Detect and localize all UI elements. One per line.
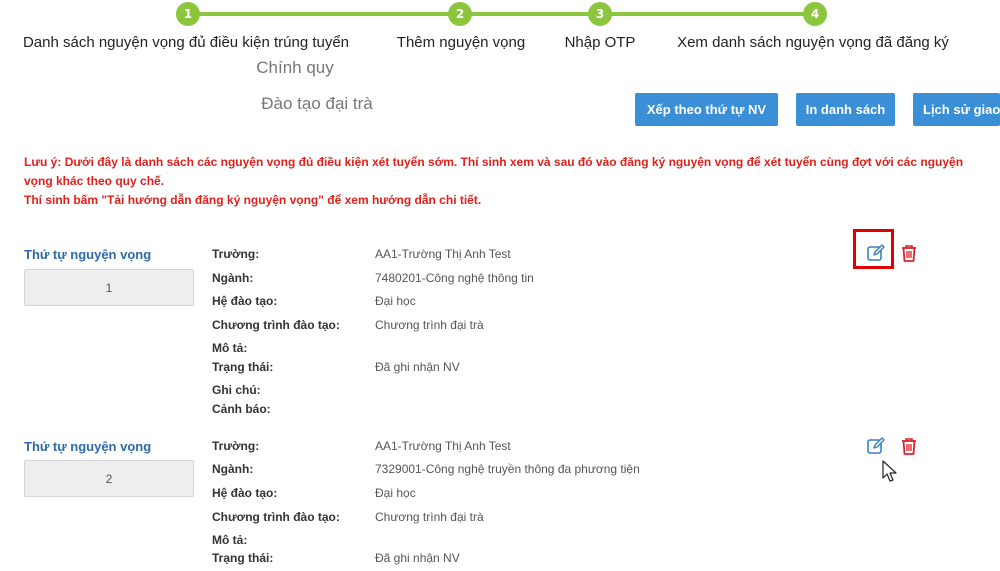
print-list-button[interactable]: In danh sách [796, 93, 895, 126]
program-value: Chương trình đại trà [375, 318, 484, 332]
major-label: Ngành: [212, 271, 254, 285]
step-1-label[interactable]: Danh sách nguyện vọng đủ điều kiện trúng… [23, 34, 349, 51]
mouse-pointer-icon [882, 460, 898, 489]
system-label: Hệ đào tạo: [212, 294, 278, 308]
note-label: Ghi chú: [212, 383, 261, 397]
notice-text: Lưu ý: Dưới đây là danh sách các nguyện … [24, 153, 974, 210]
step-3-dot: 3 [588, 2, 612, 26]
training-heading: Đào tạo đại trà [261, 94, 373, 113]
step-1-dot: 1 [176, 2, 200, 26]
step-2-label[interactable]: Thêm nguyện vọng [397, 34, 525, 51]
step-4-dot: 4 [803, 2, 827, 26]
trash-icon[interactable] [898, 242, 920, 264]
notice-line-2: Thí sinh bấm "Tải hướng dẫn đăng ký nguy… [24, 193, 482, 207]
stepper-line [188, 12, 814, 16]
status-value: Đã ghi nhận NV [375, 360, 460, 374]
system-value: Đại học [375, 294, 416, 308]
edit-icon[interactable] [865, 242, 887, 264]
school-label: Trường: [212, 247, 260, 261]
system-value: Đại học [375, 486, 416, 500]
step-2-dot: 2 [448, 2, 472, 26]
program-label: Chương trình đào tạo: [212, 510, 340, 524]
description-label: Mô tả: [212, 533, 248, 547]
status-label: Trạng thái: [212, 360, 274, 374]
notice-line-1: Lưu ý: Dưới đây là danh sách các nguyện … [24, 155, 964, 188]
trash-icon[interactable] [898, 435, 920, 457]
wish-order-title: Thứ tự nguyện vọng [24, 247, 152, 262]
school-value: AA1-Trường Thị Anh Test [375, 439, 511, 453]
wish-order-field[interactable]: 2 [24, 460, 194, 497]
major-value: 7329001-Công nghệ truyền thông đa phương… [375, 462, 640, 476]
history-button[interactable]: Lịch sử giao [913, 93, 1000, 126]
step-4-label[interactable]: Xem danh sách nguyện vọng đã đăng ký [677, 34, 949, 51]
system-label: Hệ đào tạo: [212, 486, 278, 500]
program-value: Chương trình đại trà [375, 510, 484, 524]
description-label: Mô tả: [212, 341, 248, 355]
major-label: Ngành: [212, 462, 254, 476]
step-3-label[interactable]: Nhập OTP [565, 34, 636, 51]
program-heading: Chính quy [256, 58, 334, 77]
edit-icon[interactable] [865, 435, 887, 457]
program-label: Chương trình đào tạo: [212, 318, 340, 332]
school-value: AA1-Trường Thị Anh Test [375, 247, 511, 261]
school-label: Trường: [212, 439, 260, 453]
major-value: 7480201-Công nghệ thông tin [375, 271, 534, 285]
warning-label: Cảnh báo: [212, 402, 271, 416]
wish-order-title: Thứ tự nguyện vọng [24, 439, 152, 454]
wish-order-field[interactable]: 1 [24, 269, 194, 306]
sort-by-order-button[interactable]: Xếp theo thứ tự NV [635, 93, 778, 126]
